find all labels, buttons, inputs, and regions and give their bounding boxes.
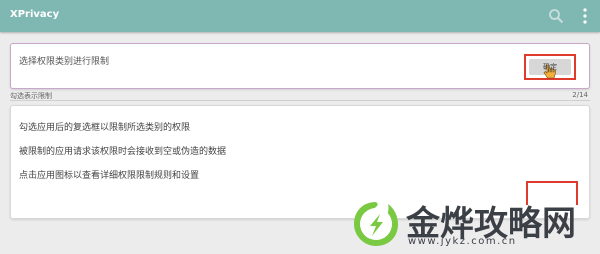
hand-cursor-icon [543, 64, 556, 79]
info-line: 被限制的应用请求该权限时会接收到空或伪造的数据 [19, 147, 227, 157]
info-line: 点击应用图标以查看详细权限限制规则和设置 [19, 171, 200, 181]
search-icon[interactable] [548, 8, 564, 24]
section-divider [10, 100, 590, 101]
watermark: 金烨攻略网 www.jykz.com.cn [350, 196, 595, 252]
leaf-plug-logo-icon [354, 202, 398, 246]
category-prompt-text: 选择权限类别进行限制 [19, 57, 110, 67]
category-prompt-card: 选择权限类别进行限制 [10, 43, 590, 89]
app-title: XPrivacy [10, 9, 60, 20]
info-line: 勾选应用后的复选框以限制所选类别的权限 [19, 123, 191, 133]
more-vert-icon[interactable] [580, 7, 590, 25]
app-titlebar: XPrivacy [0, 0, 600, 32]
watermark-url: www.jykz.com.cn [408, 236, 517, 247]
selection-counter: 2/14 [572, 91, 588, 99]
